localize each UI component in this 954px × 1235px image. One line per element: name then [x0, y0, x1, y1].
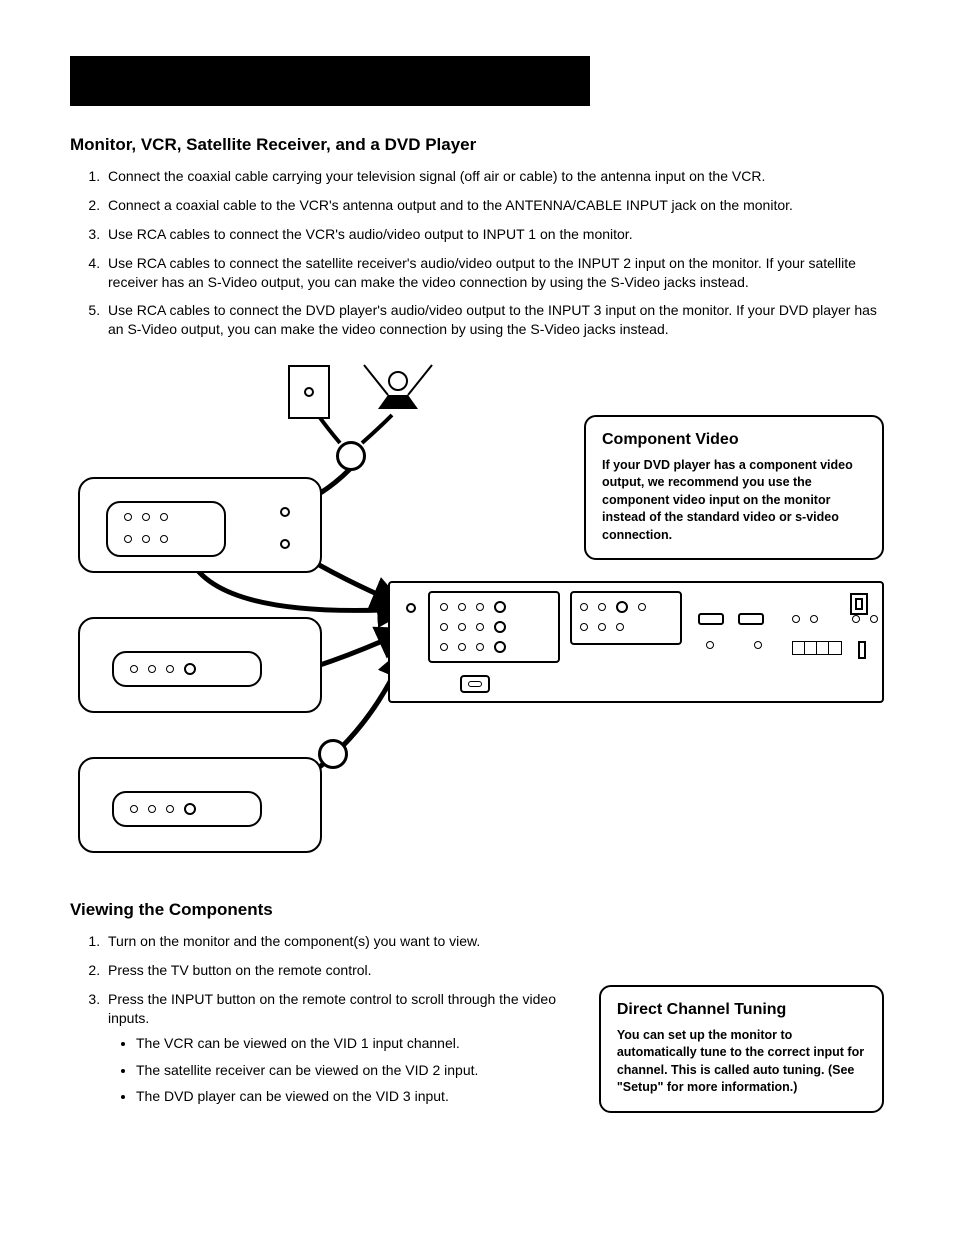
monitor-power-inlet — [460, 675, 490, 693]
viewing-step-3: Press the INPUT button on the remote con… — [104, 990, 575, 1106]
sat-rca-jack — [130, 665, 138, 673]
vcr-rca-jack — [160, 513, 168, 521]
dvd-svideo-jack — [184, 803, 196, 815]
splitter-node-top — [336, 441, 366, 471]
vcr-av-panel — [106, 501, 226, 557]
monitor-switch — [858, 641, 866, 659]
monitor-rear-panel — [388, 581, 884, 703]
vcr-rca-jack — [142, 513, 150, 521]
vcr-rca-jack — [124, 535, 132, 543]
sat-svideo-jack — [184, 663, 196, 675]
monitor-usb-port — [850, 593, 868, 615]
step-2: Connect a coaxial cable to the VCR's ant… — [104, 196, 884, 215]
dvd-rca-jack — [130, 805, 138, 813]
callout-tuning-title: Direct Channel Tuning — [617, 999, 866, 1021]
step-5: Use RCA cables to connect the DVD player… — [104, 301, 884, 339]
dvd-av-panel — [112, 791, 262, 827]
step-4: Use RCA cables to connect the satellite … — [104, 254, 884, 292]
viewing-sub-bullets: The VCR can be viewed on the VID 1 input… — [136, 1034, 575, 1107]
dvd-rca-jack — [148, 805, 156, 813]
antenna-icon — [358, 361, 438, 415]
callout-direct-tuning: Direct Channel Tuning You can set up the… — [599, 985, 884, 1113]
monitor-antenna-input — [406, 603, 416, 613]
sat-rca-jack — [148, 665, 156, 673]
vcr-antenna-in — [280, 507, 290, 517]
step-3: Use RCA cables to connect the VCR's audi… — [104, 225, 884, 244]
satellite-av-panel — [112, 651, 262, 687]
connection-diagram: Component Video If your DVD player has a… — [70, 359, 884, 889]
vcr-antenna-out — [280, 539, 290, 549]
dvd-device — [78, 757, 322, 853]
monitor-dvi-port — [738, 613, 764, 625]
satellite-device — [78, 617, 322, 713]
monitor-input-bank-1 — [428, 591, 560, 663]
heading-section-2: Viewing the Components — [70, 899, 575, 922]
vcr-rca-jack — [160, 535, 168, 543]
viewing-step-3-text: Press the INPUT button on the remote con… — [108, 991, 556, 1026]
callout-tuning-body: You can set up the monitor to automatica… — [617, 1027, 866, 1097]
viewing-bullet-sat: The satellite receiver can be viewed on … — [136, 1061, 575, 1080]
monitor-component-bank — [570, 591, 682, 645]
callout-component-video: Component Video If your DVD player has a… — [584, 415, 884, 560]
callout-component-title: Component Video — [602, 429, 866, 451]
viewing-bullet-vcr: The VCR can be viewed on the VID 1 input… — [136, 1034, 575, 1053]
section-1-steps: Connect the coaxial cable carrying your … — [70, 167, 884, 339]
cable-wall-outlet — [288, 365, 330, 419]
monitor-speaker-terminals — [792, 641, 842, 655]
wall-coax-jack — [304, 387, 314, 397]
sat-rca-jack — [166, 665, 174, 673]
viewing-bullet-dvd: The DVD player can be viewed on the VID … — [136, 1087, 575, 1106]
dvd-rca-jack — [166, 805, 174, 813]
vcr-device — [78, 477, 322, 573]
section-2-steps: Turn on the monitor and the component(s)… — [70, 932, 575, 1106]
callout-component-body: If your DVD player has a component video… — [602, 457, 866, 545]
vcr-rca-jack — [142, 535, 150, 543]
vcr-rca-jack — [124, 513, 132, 521]
viewing-step-1: Turn on the monitor and the component(s)… — [104, 932, 575, 951]
step-1: Connect the coaxial cable carrying your … — [104, 167, 884, 186]
viewing-step-2: Press the TV button on the remote contro… — [104, 961, 575, 980]
chapter-banner — [70, 56, 590, 106]
heading-section-1: Monitor, VCR, Satellite Receiver, and a … — [70, 134, 884, 157]
cable-node-dvd — [318, 739, 348, 769]
monitor-vga-port — [698, 613, 724, 625]
